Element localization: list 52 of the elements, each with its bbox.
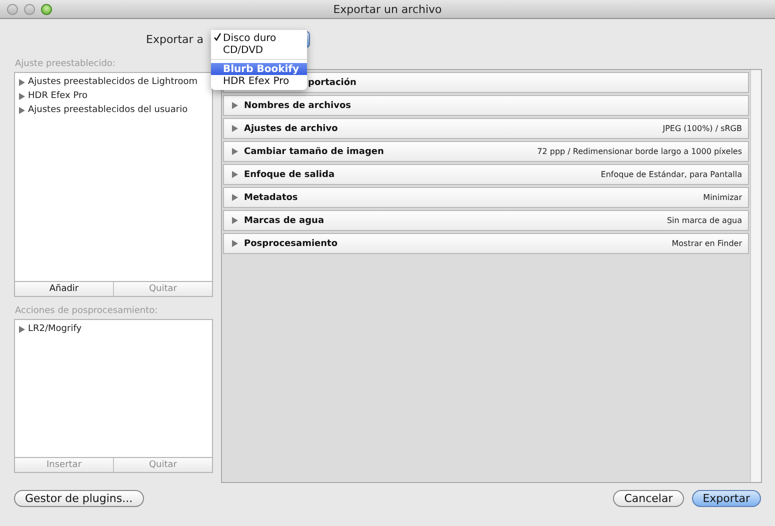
section-title: Cambiar tamaño de imagen [244, 146, 384, 156]
section-header[interactable]: Metadatos Minimizar [223, 187, 749, 208]
disclosure-triangle-icon[interactable] [232, 217, 238, 224]
plugin-manager-button[interactable]: Gestor de plugins... [14, 490, 144, 507]
section-value: Minimizar [703, 193, 742, 202]
list-item[interactable]: Ajustes preestablecidos del usuario [28, 105, 188, 115]
section-title: Marcas de agua [244, 216, 324, 226]
section-value: JPEG (100%) / sRGB [662, 124, 742, 133]
section-header[interactable]: Marcas de agua Sin marca de agua [223, 210, 749, 231]
section-title: Posprocesamiento [244, 238, 338, 248]
disclosure-triangle-icon[interactable] [19, 106, 25, 114]
add-button[interactable]: Añadir [15, 282, 114, 296]
section-title: Ajustes de archivo [244, 124, 338, 134]
disclosure-triangle-icon[interactable] [232, 194, 238, 201]
disclosure-triangle-icon[interactable] [232, 102, 238, 109]
section-title: Metadatos [244, 192, 298, 202]
list-item[interactable]: Ajustes preestablecidos de Lightroom [28, 77, 198, 87]
list-item[interactable]: HDR Efex Pro [28, 91, 88, 101]
export-to-label: Exportar a [146, 32, 204, 46]
close-button[interactable] [7, 4, 18, 14]
section-header[interactable]: Nombres de archivos [223, 95, 749, 116]
export-button[interactable]: Exportar [692, 490, 761, 507]
section-header[interactable]: Enfoque de salida Enfoque de Estándar, para Pantalla [223, 164, 749, 185]
menu-item[interactable]: Blurb Bookify [211, 63, 307, 75]
section-header[interactable]: Ajustes de archivo JPEG (100%) / sRGB [223, 118, 749, 139]
disclosure-triangle-icon[interactable] [232, 240, 238, 247]
section-title: Nombres de archivos [244, 100, 351, 110]
window-title: Exportar un archivo [333, 2, 442, 16]
section-title: portación [308, 78, 356, 88]
disclosure-triangle-icon[interactable] [232, 125, 238, 132]
disclosure-triangle-icon[interactable] [232, 171, 238, 178]
section-title: Enfoque de salida [244, 170, 335, 180]
disclosure-triangle-icon[interactable] [19, 326, 25, 332]
cancel-button[interactable]: Cancelar [613, 490, 684, 507]
section-value: Mostrar en Finder [672, 239, 742, 248]
section-value: 72 ppp / Redimensionar borde largo a 1000 píxeles [537, 147, 742, 156]
menu-item[interactable]: Disco duro [211, 32, 307, 44]
zoom-button[interactable] [41, 4, 52, 14]
checkmark-icon [214, 32, 220, 40]
section-header[interactable]: Cambiar tamaño de imagen 72 ppp / Redimensionar borde largo a 1000 píxeles [223, 141, 749, 162]
disclosure-triangle-icon[interactable] [19, 92, 25, 100]
list-item[interactable]: LR2/Mogrify [28, 324, 82, 334]
minimize-button[interactable] [24, 4, 35, 14]
section-header[interactable]: Posprocesamiento Mostrar en Finder [223, 233, 749, 254]
section-value: Enfoque de Estándar, para Pantalla [600, 170, 742, 179]
section-label: Ajuste preestablecido: [14, 59, 116, 71]
section-label: Acciones de posprocesamiento: [14, 306, 159, 318]
disclosure-triangle-icon[interactable] [232, 148, 238, 155]
disclosure-triangle-icon[interactable] [19, 78, 25, 86]
section-value: Sin marca de agua [666, 216, 742, 225]
menu-item[interactable]: CD/DVD [211, 44, 307, 56]
scrollbar[interactable] [750, 70, 761, 482]
